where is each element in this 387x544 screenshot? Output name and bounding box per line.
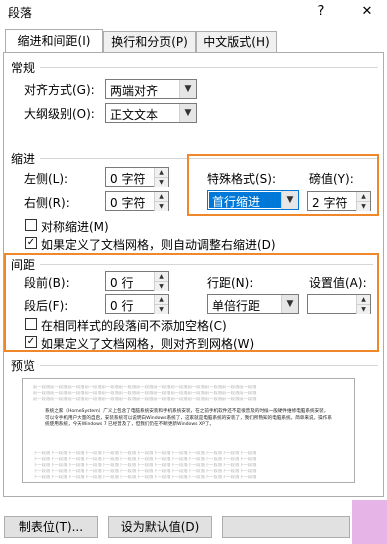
checkmark-icon: ✓ [26,336,36,347]
alignment-value: 两端对齐 [110,84,159,98]
spin-up-icon[interactable]: ▲ [154,295,168,304]
dialog-title: 段落 [8,6,33,20]
close-icon[interactable]: ✕ [356,2,378,22]
no-space-checkbox[interactable] [25,318,37,330]
right-indent-spinner[interactable]: 0 字符 ▲ ▼ [105,191,169,211]
space-after-value: 0 行 [110,299,134,313]
space-before-spinner[interactable]: 0 行 ▲ ▼ [105,271,169,291]
tab-line-page-breaks[interactable]: 换行和分页(P) [103,31,196,52]
alignment-select[interactable]: 两端对齐 ▼ [105,79,197,99]
alignment-label: 对齐方式(G): [24,83,95,97]
left-indent-value: 0 字符 [110,172,146,186]
line-spacing-label: 行距(N): [207,276,254,290]
left-indent-spinner[interactable]: 0 字符 ▲ ▼ [105,167,169,187]
spin-up-icon[interactable]: ▲ [154,168,168,177]
auto-adjust-checkbox[interactable]: ✓ [25,237,37,249]
preview-heading: 预览 [11,359,36,373]
snap-grid-label: 如果定义了文档网格，则对齐到网格(W) [41,337,255,351]
divider [40,365,378,366]
spin-down-icon[interactable]: ▼ [356,304,370,314]
right-indent-label: 右侧(R): [24,196,70,210]
spin-down-icon[interactable]: ▼ [154,304,168,314]
special-indent-select[interactable]: 首行缩进 ▼ [207,190,299,210]
line-spacing-select[interactable]: 单倍行距 ▼ [207,294,299,314]
outline-level-select[interactable]: 正文文本 ▼ [105,103,197,123]
space-before-label: 段前(B): [24,276,70,290]
mirror-indent-checkbox[interactable] [25,219,37,231]
line-spacing-value: 单倍行距 [212,299,261,313]
tabs-button[interactable]: 制表位(T)... [4,516,98,538]
chevron-down-icon: ▼ [281,295,298,313]
left-indent-label: 左侧(L): [24,172,69,186]
at-label: 设置值(A): [309,276,367,290]
indent-heading: 缩进 [11,152,36,166]
tab-indent-spacing[interactable]: 缩进和间距(I) [5,29,103,52]
no-space-label: 在相同样式的段落间不添加空格(C) [41,319,227,333]
indent-by-label: 磅值(Y): [309,172,354,186]
tab-strip: 缩进和间距(I) 换行和分页(P) 中文版式(H) [0,29,387,53]
tab-asian-typography[interactable]: 中文版式(H) [196,31,277,52]
title-bar: 段落 ? ✕ [0,0,387,24]
spin-down-icon[interactable]: ▼ [154,177,168,187]
general-heading: 常规 [11,61,36,75]
auto-adjust-label: 如果定义了文档网格，则自动调整右缩进(D) [41,238,276,252]
checkmark-icon: ✓ [26,237,36,248]
space-after-spinner[interactable]: 0 行 ▲ ▼ [105,294,169,314]
spin-up-icon[interactable]: ▲ [154,272,168,281]
preview-before-line: 前一段落前一段落前一段落前一段落前一段落前一段落前一段落前一段落前一段落前一段落… [33,397,257,402]
space-before-value: 0 行 [110,276,134,290]
mirror-indent-label: 对称缩进(M) [41,220,109,234]
at-spinner[interactable]: ▲ ▼ [307,294,371,314]
outline-level-value: 正文文本 [110,108,159,122]
snap-grid-checkbox[interactable]: ✓ [25,336,37,348]
set-default-button[interactable]: 设为默认值(D) [108,516,212,538]
spin-down-icon[interactable]: ▼ [154,281,168,291]
spin-up-icon[interactable]: ▲ [356,295,370,304]
chevron-down-icon: ▼ [179,104,196,122]
chevron-down-icon: ▼ [179,80,196,98]
outline-level-label: 大纲级别(O): [24,107,95,121]
preview-box: 前一段落前一段落前一段落前一段落前一段落前一段落前一段落前一段落前一段落前一段落… [22,378,355,483]
divider [40,264,373,265]
spacing-heading: 间距 [11,258,36,272]
spin-up-icon[interactable]: ▲ [356,192,370,201]
indent-by-spinner[interactable]: 2 字符 ▲ ▼ [307,191,371,211]
chevron-down-icon: ▼ [281,191,298,209]
spin-up-icon[interactable]: ▲ [154,192,168,201]
ok-button[interactable] [222,516,350,538]
right-indent-value: 0 字符 [110,196,146,210]
divider [40,67,378,68]
spin-down-icon[interactable]: ▼ [154,201,168,211]
space-after-label: 段后(F): [24,299,69,313]
watermark-corner [352,500,387,544]
special-indent-value: 首行缩进 [212,195,261,209]
help-icon[interactable]: ? [310,2,332,22]
preview-after-line: 下一段落下一段落下一段落下一段落下一段落下一段落下一段落下一段落下一段落下一段落… [33,475,257,480]
spin-down-icon[interactable]: ▼ [356,201,370,211]
special-indent-label: 特殊格式(S): [207,172,277,186]
preview-sample-text: 系统之家（HomeSystem）广义上包含了电脑系统安装和手机系统安装，在之前手… [45,409,332,428]
indent-by-value: 2 字符 [312,196,348,210]
